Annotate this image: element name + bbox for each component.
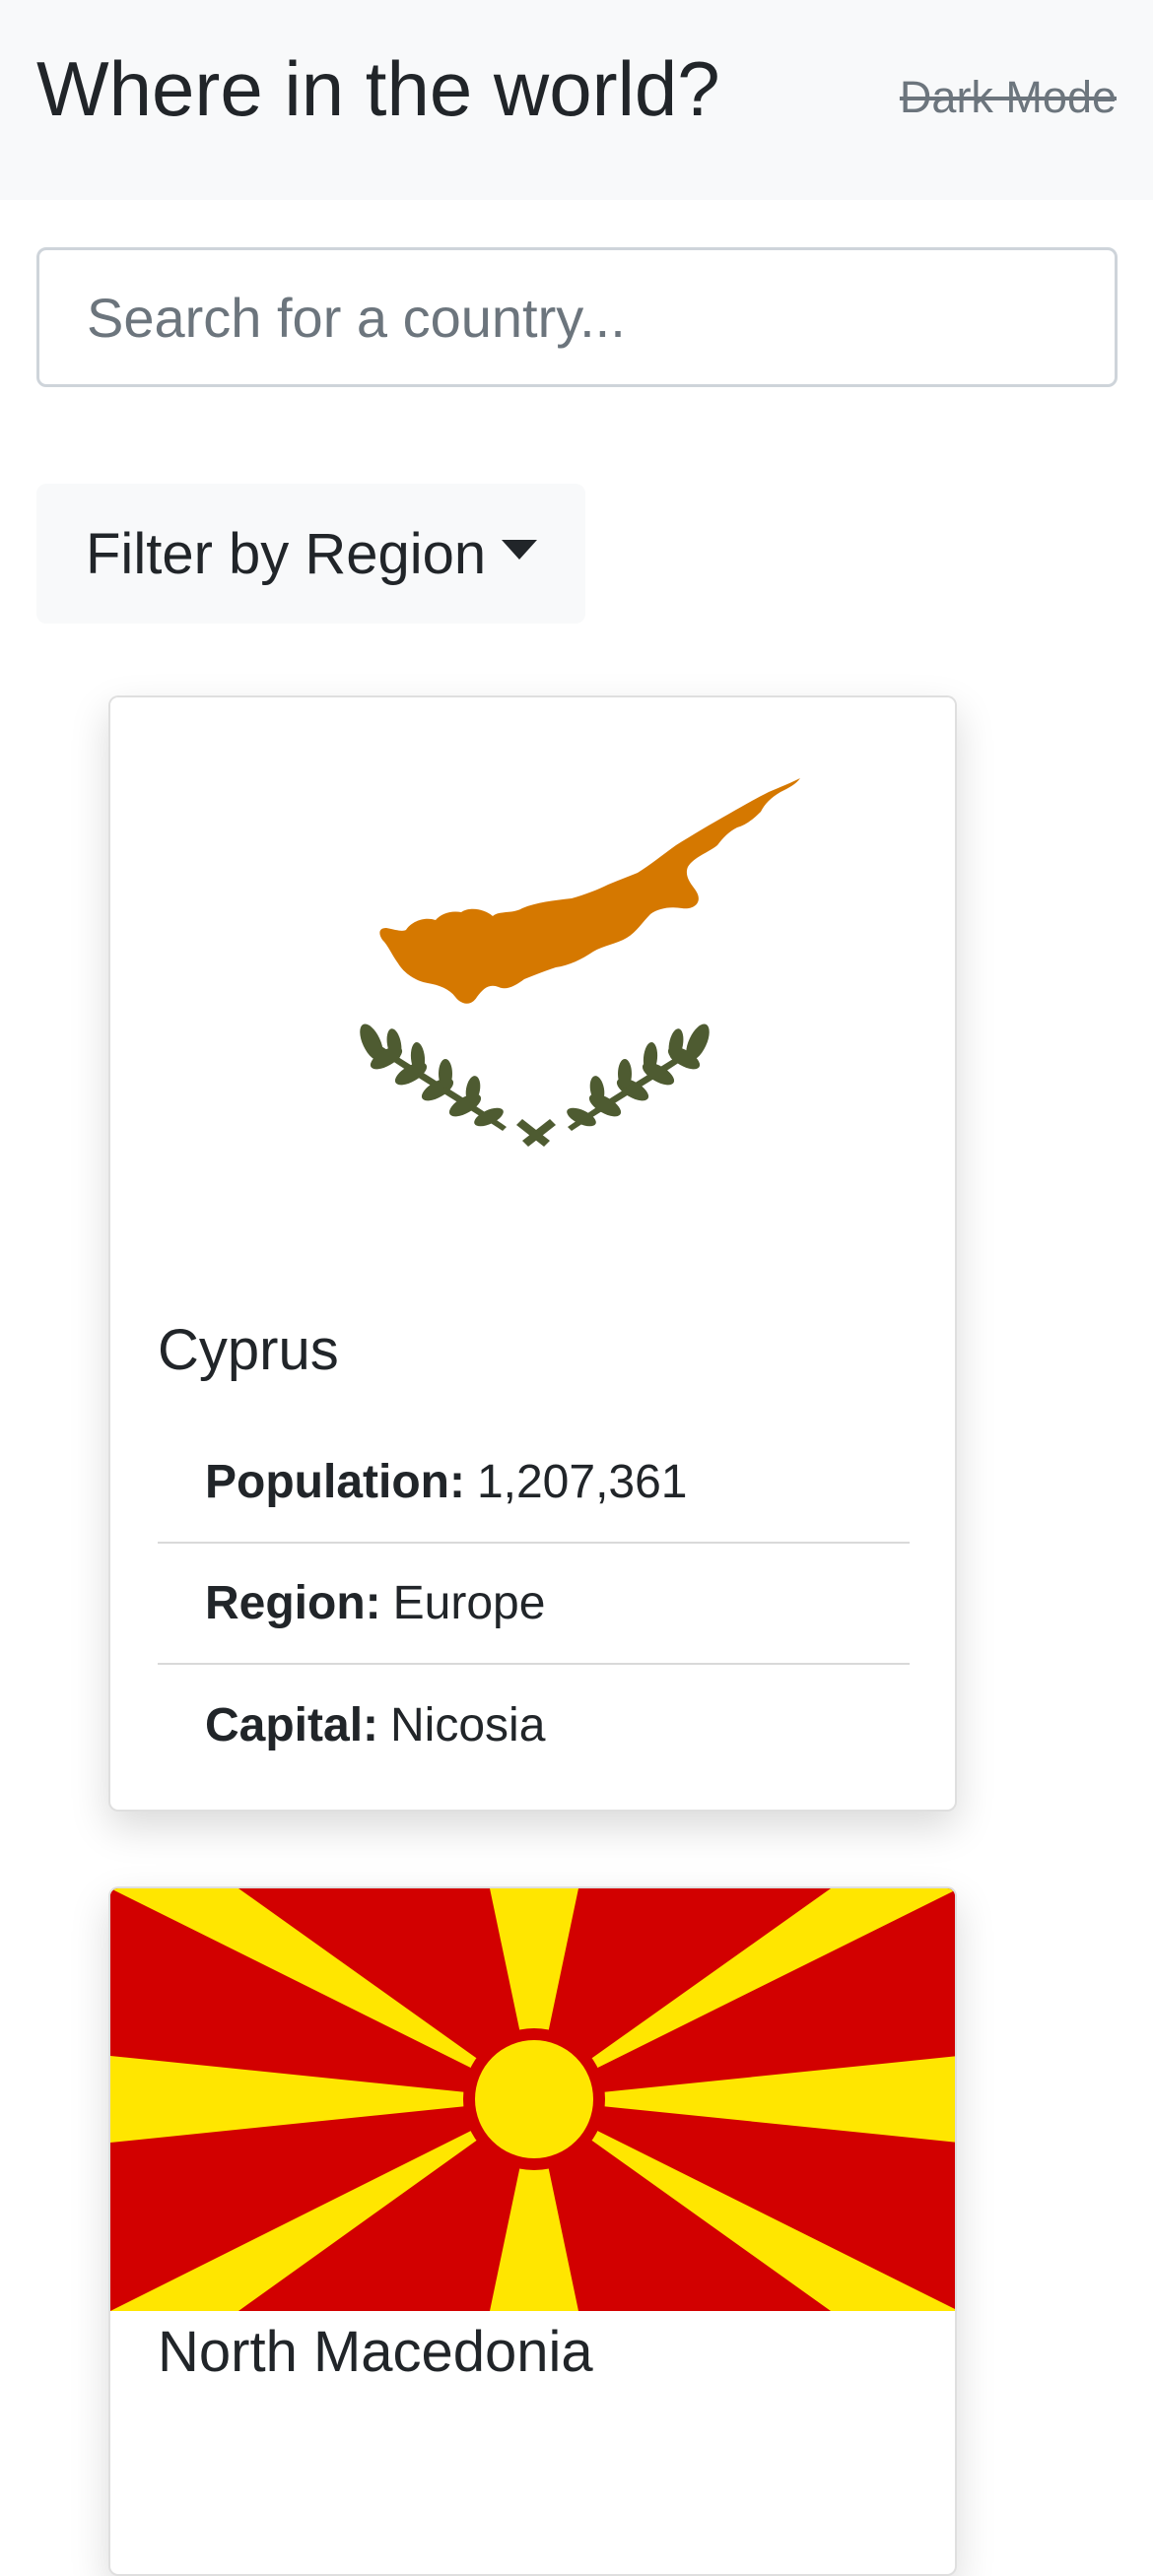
flag-image <box>110 1888 955 2311</box>
capital-value: Nicosia <box>390 1699 546 1751</box>
capital-item: Capital: Nicosia <box>158 1665 910 1786</box>
navbar: Where in the world? Dark Mode <box>0 0 1153 200</box>
country-card-cyprus[interactable]: Cyprus Population: 1,207,361 Region: Eur… <box>108 695 957 1812</box>
search-input[interactable] <box>36 247 1118 387</box>
population-value: 1,207,361 <box>476 1456 688 1508</box>
capital-label: Capital: <box>205 1699 379 1751</box>
country-name: North Macedonia <box>158 2320 593 2384</box>
region-item: Region: Europe <box>158 1544 910 1665</box>
region-label: Region: <box>205 1577 381 1629</box>
cyprus-flag-icon <box>360 778 800 1147</box>
olive-branch-icon <box>360 1024 710 1147</box>
population-item: Population: 1,207,361 <box>158 1422 910 1544</box>
caret-down-icon <box>502 540 538 560</box>
country-card-north-macedonia[interactable]: North Macedonia <box>108 1886 957 2576</box>
region-value: Europe <box>392 1577 546 1629</box>
country-info-list: Population: 1,207,361 Region: Europe Cap… <box>158 1422 910 1786</box>
population-label: Population: <box>205 1456 465 1508</box>
page-title: Where in the world? <box>36 45 720 132</box>
dark-mode-toggle[interactable]: Dark Mode <box>900 73 1117 122</box>
flag-image <box>110 697 955 1259</box>
filter-by-region-dropdown[interactable]: Filter by Region <box>36 484 585 624</box>
country-name: Cyprus <box>158 1318 339 1382</box>
north-macedonia-flag-icon <box>110 1888 955 2311</box>
filter-label: Filter by Region <box>86 521 487 586</box>
